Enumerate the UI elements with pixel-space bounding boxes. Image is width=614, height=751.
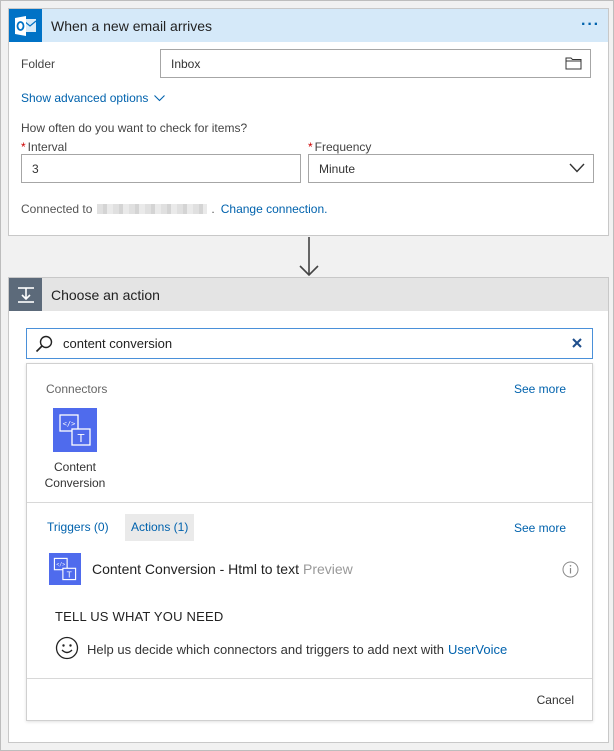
uservoice-link[interactable]: UserVoice [448,642,507,657]
svg-text:</>: </> [56,562,65,568]
chevron-down-icon [569,162,585,176]
content-conversion-icon: </> T [53,408,97,452]
action-item-html-to-text[interactable]: </> T Content Conversion - Html to text P… [49,553,579,585]
svg-text:</>: </> [63,420,76,428]
smiley-icon [55,636,79,663]
svg-text:T: T [66,570,72,579]
more-options-button[interactable]: ··· [581,16,600,34]
frequency-select[interactable]: Minute [308,154,594,183]
folder-icon[interactable] [565,56,582,73]
tab-triggers[interactable]: Triggers (0) [41,514,115,541]
outlook-icon [9,9,42,42]
folder-field[interactable]: Inbox [160,49,591,78]
arrow-down-icon [298,237,320,280]
action-title: Choose an action [51,286,160,303]
trigger-title: When a new email arrives [51,17,213,34]
show-advanced-options-link[interactable]: Show advanced options [21,91,166,105]
content-conversion-icon: </> T [49,553,81,585]
advanced-label: Show advanced options [21,91,149,105]
frequency-value: Minute [319,162,356,176]
choose-action-icon [9,278,42,311]
designer-canvas: When a new email arrives ··· Folder Inbo… [0,0,614,751]
interval-label: * Interval [21,140,68,154]
cancel-button[interactable]: Cancel [537,693,574,707]
connector-content-conversion[interactable]: </> T Content Conversion [39,408,111,491]
frequency-label: * Frequency [308,140,372,154]
search-value: content conversion [63,336,173,351]
feedback-row: Help us decide which connectors and trig… [55,636,507,663]
actions-see-more-link[interactable]: See more [514,521,566,535]
search-input[interactable]: content conversion [26,328,593,359]
trigger-header[interactable]: When a new email arrives ··· [9,9,608,42]
info-icon[interactable] [562,561,579,581]
action-header: Choose an action [9,278,608,311]
change-connection-link[interactable]: Change connection. [221,202,328,216]
feedback-text: Help us decide which connectors and trig… [87,642,444,657]
svg-text:T: T [77,432,85,445]
search-icon [35,335,53,353]
close-icon[interactable] [571,337,583,352]
connection-info: Connected to . Change connection. [21,202,328,216]
check-frequency-question: How often do you want to check for items… [21,121,248,135]
preview-badge: Preview [302,561,353,577]
connected-prefix: Connected to [21,202,93,216]
interval-value: 3 [32,162,39,176]
folder-value: Inbox [171,57,201,71]
action-item-label: Content Conversion - Html to text Preview [92,561,353,577]
interval-input[interactable]: 3 [21,154,301,183]
connectors-see-more-link[interactable]: See more [514,382,566,396]
divider [27,678,592,679]
search-results-panel: Connectors See more </> T Content Conver… [26,363,593,721]
chevron-down-icon [148,91,166,105]
trigger-card: When a new email arrives ··· Folder Inbo… [8,8,609,236]
action-card: Choose an action content conversion Conn… [8,277,609,743]
connector-name: Content Conversion [44,460,106,490]
divider [27,502,592,503]
redacted-account [97,204,208,214]
folder-label: Folder [21,57,56,71]
connectors-heading: Connectors [46,382,108,396]
tell-us-heading: TELL US WHAT YOU NEED [55,609,224,624]
tab-actions[interactable]: Actions (1) [125,514,195,541]
